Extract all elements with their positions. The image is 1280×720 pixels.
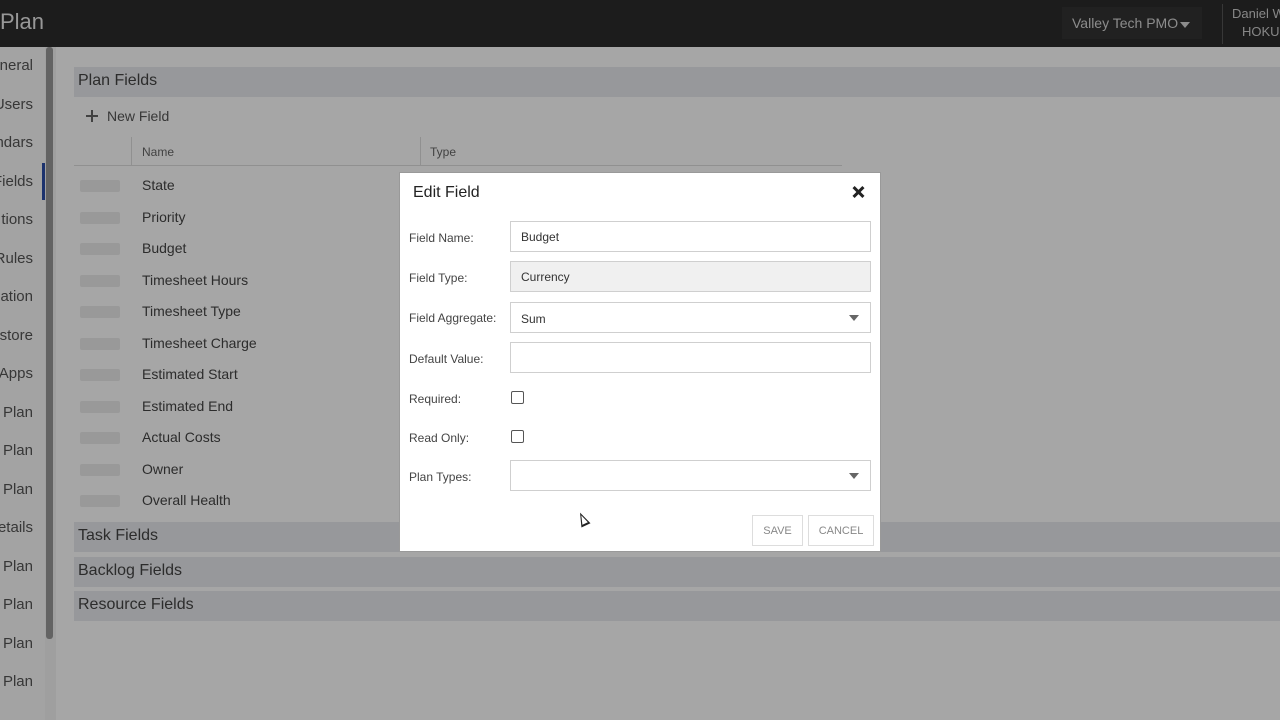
required-checkbox[interactable] — [511, 391, 524, 404]
default-value-label: Default Value: — [409, 352, 484, 366]
field-name-input[interactable] — [510, 221, 871, 252]
field-aggregate-select[interactable]: Sum — [510, 302, 871, 333]
plan-types-select[interactable] — [510, 460, 871, 491]
field-aggregate-label: Field Aggregate: — [409, 311, 497, 325]
default-value-input[interactable] — [510, 342, 871, 373]
chevron-down-icon — [849, 315, 859, 321]
read-only-checkbox[interactable] — [511, 430, 524, 443]
select-value: Sum — [521, 312, 546, 326]
field-type-input — [510, 261, 871, 292]
chevron-down-icon — [849, 473, 859, 479]
edit-field-dialog: Edit Field Field Name: Field Type: Field… — [399, 172, 881, 552]
plan-types-label: Plan Types: — [409, 470, 472, 484]
close-icon[interactable] — [851, 185, 865, 199]
cancel-button[interactable]: CANCEL — [808, 515, 874, 546]
field-name-label: Field Name: — [409, 231, 474, 245]
save-button[interactable]: SAVE — [752, 515, 803, 546]
required-label: Required: — [409, 392, 462, 406]
read-only-label: Read Only: — [409, 431, 470, 445]
field-type-label: Field Type: — [409, 271, 468, 285]
dialog-title: Edit Field — [413, 184, 480, 201]
